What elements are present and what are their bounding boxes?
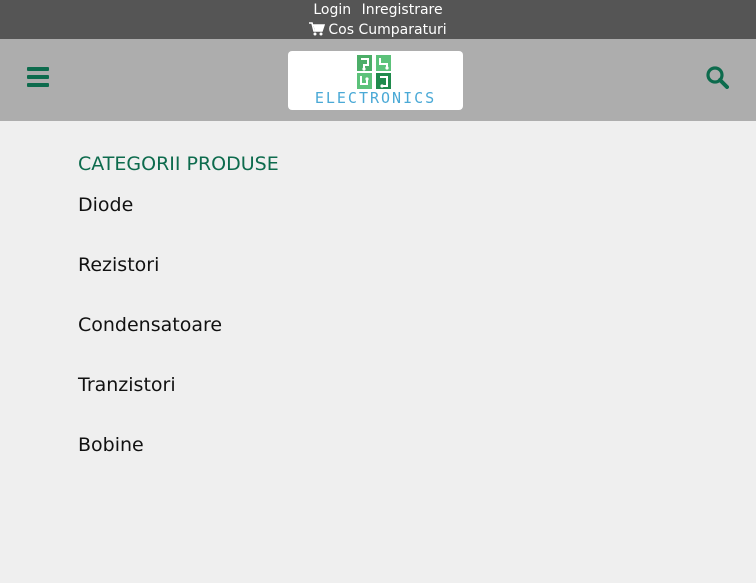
search-icon[interactable] [705, 65, 729, 89]
category-heading: CATEGORII PRODUSE [78, 153, 279, 175]
top-bar: Login Inregistrare Cos Cumparaturi [0, 0, 756, 39]
category-list: Diode Rezistori Condensatoare Tranzistor… [78, 194, 756, 494]
hamburger-menu-icon[interactable] [27, 67, 49, 87]
category-item-diode[interactable]: Diode [78, 194, 756, 254]
circuit-logo-icon [355, 54, 395, 94]
category-item-rezistori[interactable]: Rezistori [78, 254, 756, 314]
site-logo[interactable]: ELECTRONICS [288, 51, 463, 110]
login-link[interactable]: Login [313, 0, 351, 20]
account-links: Login Inregistrare [0, 0, 756, 20]
logo-wordmark: ELECTRONICS [314, 89, 437, 107]
cart-label: Cos Cumparaturi [328, 22, 447, 38]
header: ELECTRONICS [0, 39, 756, 121]
category-item-bobine[interactable]: Bobine [78, 434, 756, 494]
category-item-tranzistori[interactable]: Tranzistori [78, 374, 756, 434]
category-section: CATEGORII PRODUSE Diode Rezistori Conden… [0, 121, 756, 494]
category-item-condensatoare[interactable]: Condensatoare [78, 314, 756, 374]
register-link[interactable]: Inregistrare [362, 0, 443, 20]
